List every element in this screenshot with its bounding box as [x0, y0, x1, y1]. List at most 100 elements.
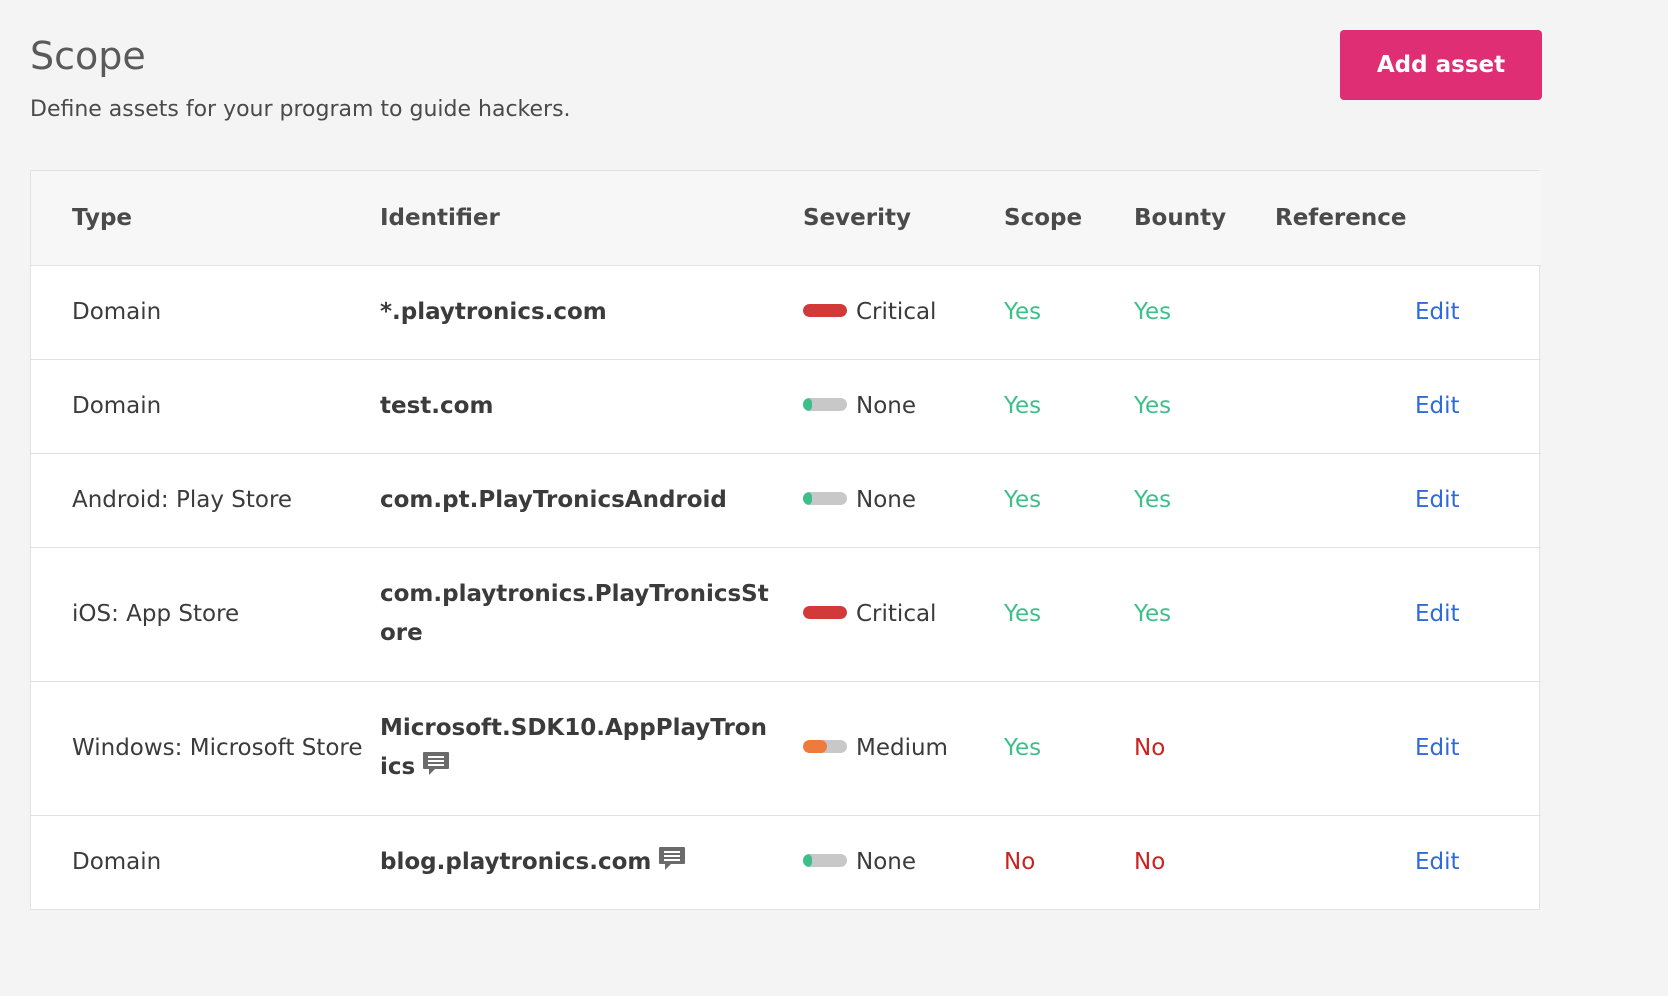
asset-type: iOS: App Store — [72, 600, 240, 627]
cell-reference — [1275, 453, 1415, 548]
edit-link[interactable]: Edit — [1415, 487, 1460, 513]
table-header-row: Type Identifier Severity Scope Bounty Re… — [31, 171, 1541, 266]
column-header-actions — [1415, 171, 1541, 266]
asset-identifier: test.com — [380, 392, 494, 419]
table-row: Windows: Microsoft Store Microsoft.SDK10.… — [31, 681, 1541, 816]
severity-indicator — [803, 740, 847, 753]
cell-scope: Yes — [1004, 265, 1134, 360]
cell-reference — [1275, 359, 1415, 454]
comment-icon[interactable] — [421, 750, 451, 778]
edit-link[interactable]: Edit — [1415, 393, 1460, 419]
cell-severity: None — [803, 815, 1004, 909]
column-header-severity[interactable]: Severity — [803, 171, 1004, 266]
table-row: Android: Play Store com.pt.PlayTronicsAnd… — [31, 453, 1541, 548]
asset-identifier: com.playtronics.PlayTronicsStore — [380, 581, 769, 646]
asset-identifier: blog.playtronics.com — [380, 848, 652, 875]
table-row: Domain test.com None Yes Yes Edit — [31, 359, 1541, 454]
asset-identifier: com.pt.PlayTronicsAndroid — [380, 486, 727, 513]
asset-type: Domain — [72, 392, 162, 419]
cell-identifier: Microsoft.SDK10.AppPlayTronics — [380, 681, 803, 816]
bounty-value: No — [1134, 849, 1166, 876]
table-body: Domain *.playtronics.com Critical Yes Yes Edi… — [31, 265, 1541, 909]
cell-severity: None — [803, 359, 1004, 454]
severity-indicator-fill — [803, 304, 847, 317]
table-row: iOS: App Store com.playtronics.PlayTronic… — [31, 547, 1541, 682]
scope-value: Yes — [1004, 487, 1042, 513]
severity-indicator-fill — [803, 398, 812, 411]
bounty-value: Yes — [1134, 299, 1172, 325]
cell-type: Windows: Microsoft Store — [31, 681, 380, 816]
cell-identifier: com.pt.PlayTronicsAndroid — [380, 453, 803, 548]
comment-icon[interactable] — [657, 845, 687, 873]
edit-link[interactable]: Edit — [1415, 735, 1460, 761]
cell-identifier: com.playtronics.PlayTronicsStore — [380, 547, 803, 682]
cell-actions: Edit — [1415, 453, 1541, 548]
severity-indicator-fill — [803, 854, 812, 868]
page-subtitle: Define assets for your program to guide … — [30, 97, 571, 122]
edit-link[interactable]: Edit — [1415, 849, 1460, 875]
cell-scope: Yes — [1004, 547, 1134, 682]
asset-type: Windows: Microsoft Store — [72, 734, 363, 761]
scope-value: Yes — [1004, 299, 1042, 325]
cell-bounty: Yes — [1134, 265, 1275, 360]
severity-indicator — [803, 304, 847, 317]
cell-type: Domain — [31, 815, 380, 909]
cell-actions: Edit — [1415, 815, 1541, 909]
cell-bounty: Yes — [1134, 547, 1275, 682]
severity-label: None — [856, 849, 917, 876]
cell-scope: Yes — [1004, 681, 1134, 816]
cell-type: Domain — [31, 359, 380, 454]
cell-actions: Edit — [1415, 681, 1541, 816]
assets-table: Type Identifier Severity Scope Bounty Re… — [31, 171, 1541, 909]
cell-reference — [1275, 265, 1415, 360]
scope-value: Yes — [1004, 393, 1042, 419]
severity-indicator — [803, 492, 847, 505]
column-header-reference[interactable]: Reference — [1275, 171, 1415, 266]
severity-label: None — [856, 393, 917, 419]
column-header-type[interactable]: Type — [31, 171, 380, 266]
cell-bounty: Yes — [1134, 359, 1275, 454]
scope-value: No — [1004, 849, 1036, 876]
cell-identifier: test.com — [380, 359, 803, 454]
cell-bounty: No — [1134, 681, 1275, 816]
cell-type: Domain — [31, 265, 380, 360]
bounty-value: No — [1134, 735, 1166, 761]
severity-indicator — [803, 606, 847, 619]
scope-value: Yes — [1004, 735, 1042, 761]
severity-label: Critical — [856, 299, 937, 325]
cell-actions: Edit — [1415, 547, 1541, 682]
column-header-scope[interactable]: Scope — [1004, 171, 1134, 266]
cell-severity: Critical — [803, 265, 1004, 360]
cell-type: Android: Play Store — [31, 453, 380, 548]
severity-indicator-fill — [803, 492, 812, 505]
severity-indicator — [803, 854, 847, 868]
page-header: Scope Define assets for your program to … — [0, 0, 1668, 170]
severity-label: None — [856, 487, 917, 513]
cell-scope: No — [1004, 815, 1134, 909]
table-row: Domain blog.playtronics.com None No No Edit — [31, 815, 1541, 909]
edit-link[interactable]: Edit — [1415, 601, 1460, 627]
cell-identifier: blog.playtronics.com — [380, 815, 803, 909]
scope-value: Yes — [1004, 601, 1042, 627]
severity-indicator — [803, 398, 847, 411]
cell-actions: Edit — [1415, 359, 1541, 454]
edit-link[interactable]: Edit — [1415, 299, 1460, 325]
cell-severity: None — [803, 453, 1004, 548]
asset-identifier: *.playtronics.com — [380, 298, 607, 325]
add-asset-button[interactable]: Add asset — [1340, 30, 1542, 100]
cell-reference — [1275, 815, 1415, 909]
asset-type: Android: Play Store — [72, 486, 293, 513]
column-header-bounty[interactable]: Bounty — [1134, 171, 1275, 266]
asset-type: Domain — [72, 298, 162, 325]
column-header-identifier[interactable]: Identifier — [380, 171, 803, 266]
assets-table-card: Type Identifier Severity Scope Bounty Re… — [30, 170, 1541, 910]
severity-indicator-fill — [803, 606, 847, 619]
cell-reference — [1275, 681, 1415, 816]
severity-label: Critical — [856, 601, 937, 627]
cell-identifier: *.playtronics.com — [380, 265, 803, 360]
cell-type: iOS: App Store — [31, 547, 380, 682]
cell-actions: Edit — [1415, 265, 1541, 360]
cell-scope: Yes — [1004, 359, 1134, 454]
bounty-value: Yes — [1134, 601, 1172, 627]
severity-label: Medium — [856, 735, 948, 761]
